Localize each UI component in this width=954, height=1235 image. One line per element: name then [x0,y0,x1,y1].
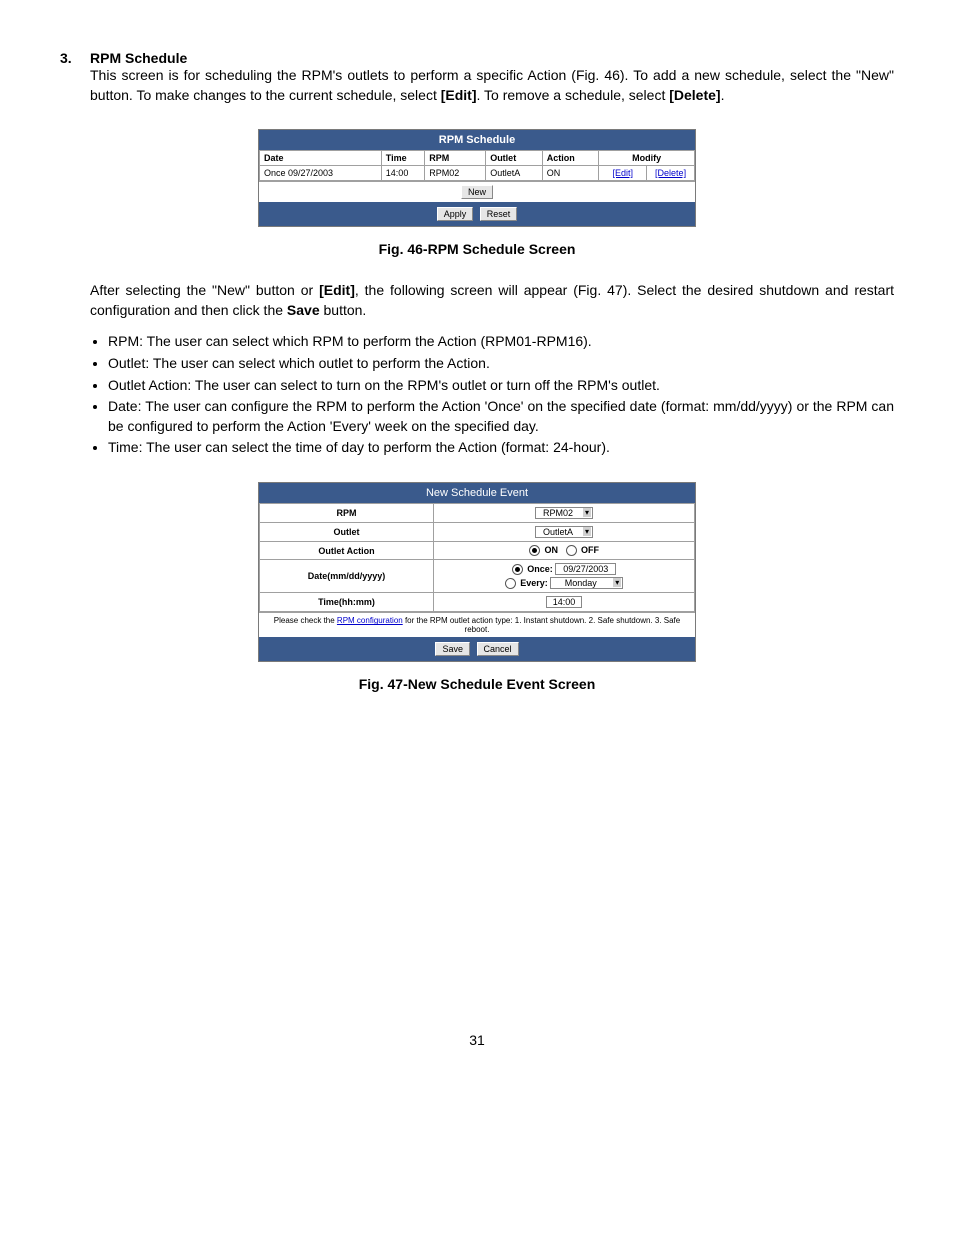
list-item: Outlet: The user can select which outlet… [108,354,894,374]
figure-46: RPM Schedule Date Time RPM Outlet Action… [60,129,894,227]
rpm-config-link[interactable]: RPM configuration [337,616,403,625]
time-input[interactable]: 14:00 [546,596,582,608]
list-item: Outlet Action: The user can select to tu… [108,376,894,396]
col-rpm: RPM [425,151,486,166]
list-item: RPM: The user can select which RPM to pe… [108,332,894,352]
panel-title: New Schedule Event [259,483,695,503]
label-outlet-action: Outlet Action [260,541,434,559]
heading-title: RPM Schedule [90,50,187,66]
page-number: 31 [60,1032,894,1048]
cell-action: ON [542,166,599,181]
figure-47-caption: Fig. 47-New Schedule Event Screen [60,676,894,692]
reset-button[interactable]: Reset [480,207,518,221]
cell-date: Once 09/27/2003 [260,166,382,181]
heading-number: 3. [60,50,90,66]
note-text: Please check the RPM configuration for t… [259,612,695,637]
outlet-select[interactable]: OutletA [535,526,593,538]
col-date: Date [260,151,382,166]
radio-on[interactable] [529,545,540,556]
every-day-select[interactable]: Monday [550,577,623,589]
panel-title: RPM Schedule [259,130,695,150]
apply-button[interactable]: Apply [437,207,474,221]
second-paragraph: After selecting the "New" button or [Edi… [90,281,894,320]
section-heading: 3. RPM Schedule [60,50,894,66]
bullet-list: RPM: The user can select which RPM to pe… [108,332,894,458]
rpm-select[interactable]: RPM02 [535,507,593,519]
delete-link[interactable]: [Delete] [647,166,695,181]
once-date-input[interactable]: 09/27/2003 [555,563,616,575]
figure-47: New Schedule Event RPM RPM02 Outlet Outl… [60,482,894,662]
edit-link[interactable]: [Edit] [599,166,647,181]
radio-every[interactable] [505,578,516,589]
radio-once[interactable] [512,564,523,575]
label-time: Time(hh:mm) [260,593,434,612]
col-modify: Modify [599,151,695,166]
save-button[interactable]: Save [435,642,470,656]
cancel-button[interactable]: Cancel [477,642,519,656]
label-date: Date(mm/dd/yyyy) [260,560,434,593]
list-item: Time: The user can select the time of da… [108,438,894,458]
rpm-schedule-panel: RPM Schedule Date Time RPM Outlet Action… [258,129,696,227]
new-schedule-panel: New Schedule Event RPM RPM02 Outlet Outl… [258,482,696,662]
radio-off[interactable] [566,545,577,556]
cell-rpm: RPM02 [425,166,486,181]
new-button[interactable]: New [461,185,493,199]
schedule-table: Date Time RPM Outlet Action Modify Once … [259,150,695,181]
label-outlet: Outlet [260,522,434,541]
every-label: Every: [520,578,548,588]
on-label: ON [544,545,558,555]
intro-paragraph: This screen is for scheduling the RPM's … [90,66,894,105]
col-action: Action [542,151,599,166]
table-row: Once 09/27/2003 14:00 RPM02 OutletA ON [… [260,166,695,181]
list-item: Date: The user can configure the RPM to … [108,397,894,436]
cell-outlet: OutletA [486,166,543,181]
col-outlet: Outlet [486,151,543,166]
cell-time: 14:00 [381,166,425,181]
label-rpm: RPM [260,503,434,522]
figure-46-caption: Fig. 46-RPM Schedule Screen [60,241,894,257]
col-time: Time [381,151,425,166]
once-label: Once: [527,564,553,574]
off-label: OFF [581,545,599,555]
